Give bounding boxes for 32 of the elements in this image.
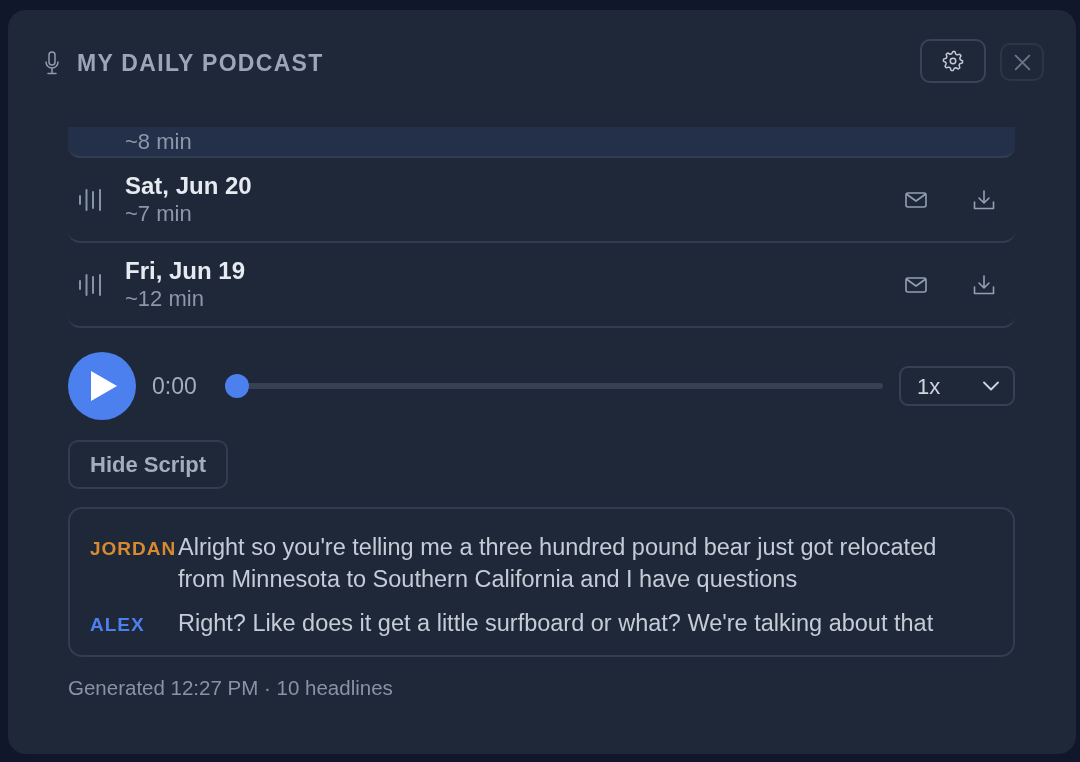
episode-duration: ~12 min xyxy=(125,284,205,313)
play-icon xyxy=(91,371,117,401)
microphone-icon xyxy=(44,51,60,75)
speaker-name: JORDAN xyxy=(90,537,178,561)
podcast-title: MY DAILY PODCAST xyxy=(77,49,324,77)
download-icon xyxy=(973,274,995,295)
transcript-text: Alright so you're telling me a three hundred pound bear just got relocated from Minnesota to Southern California and I have questions xyxy=(178,533,938,594)
download-icon xyxy=(973,189,995,210)
playback-time: 0:00 xyxy=(152,371,198,401)
slider-thumb[interactable] xyxy=(225,374,249,398)
progress-slider-track[interactable] xyxy=(225,374,883,398)
envelope-icon xyxy=(905,191,927,208)
waveform-icon xyxy=(78,186,102,213)
speed-select[interactable]: 1x xyxy=(899,366,1015,406)
waveform-icon xyxy=(78,271,102,298)
episode-item[interactable]: ~8 min xyxy=(68,127,1015,158)
envelope-icon xyxy=(905,276,927,293)
chevron-down-icon xyxy=(983,381,999,391)
close-icon xyxy=(1013,53,1031,71)
episode-title: Fri, Jun 19 xyxy=(125,256,246,285)
close-button[interactable] xyxy=(1000,43,1044,81)
episode-item[interactable]: Sat, Jun 20 ~7 min xyxy=(68,158,1015,243)
transcript-text: Right? Like does it get a little surfboard or what? We're talking about that xyxy=(178,609,934,638)
episode-item[interactable]: Fri, Jun 19 ~12 min xyxy=(68,243,1015,328)
hide-script-button[interactable]: Hide Script xyxy=(68,440,229,489)
settings-icon xyxy=(942,50,964,72)
episode-duration: ~7 min xyxy=(125,199,193,228)
episode-duration: ~8 min xyxy=(125,131,192,152)
speaker-name: ALEX xyxy=(90,613,146,637)
settings-button[interactable] xyxy=(920,39,986,83)
episode-title: Sat, Jun 20 xyxy=(125,171,252,200)
generation-info: Generated 12:27 PM · 10 headlines xyxy=(68,677,394,699)
